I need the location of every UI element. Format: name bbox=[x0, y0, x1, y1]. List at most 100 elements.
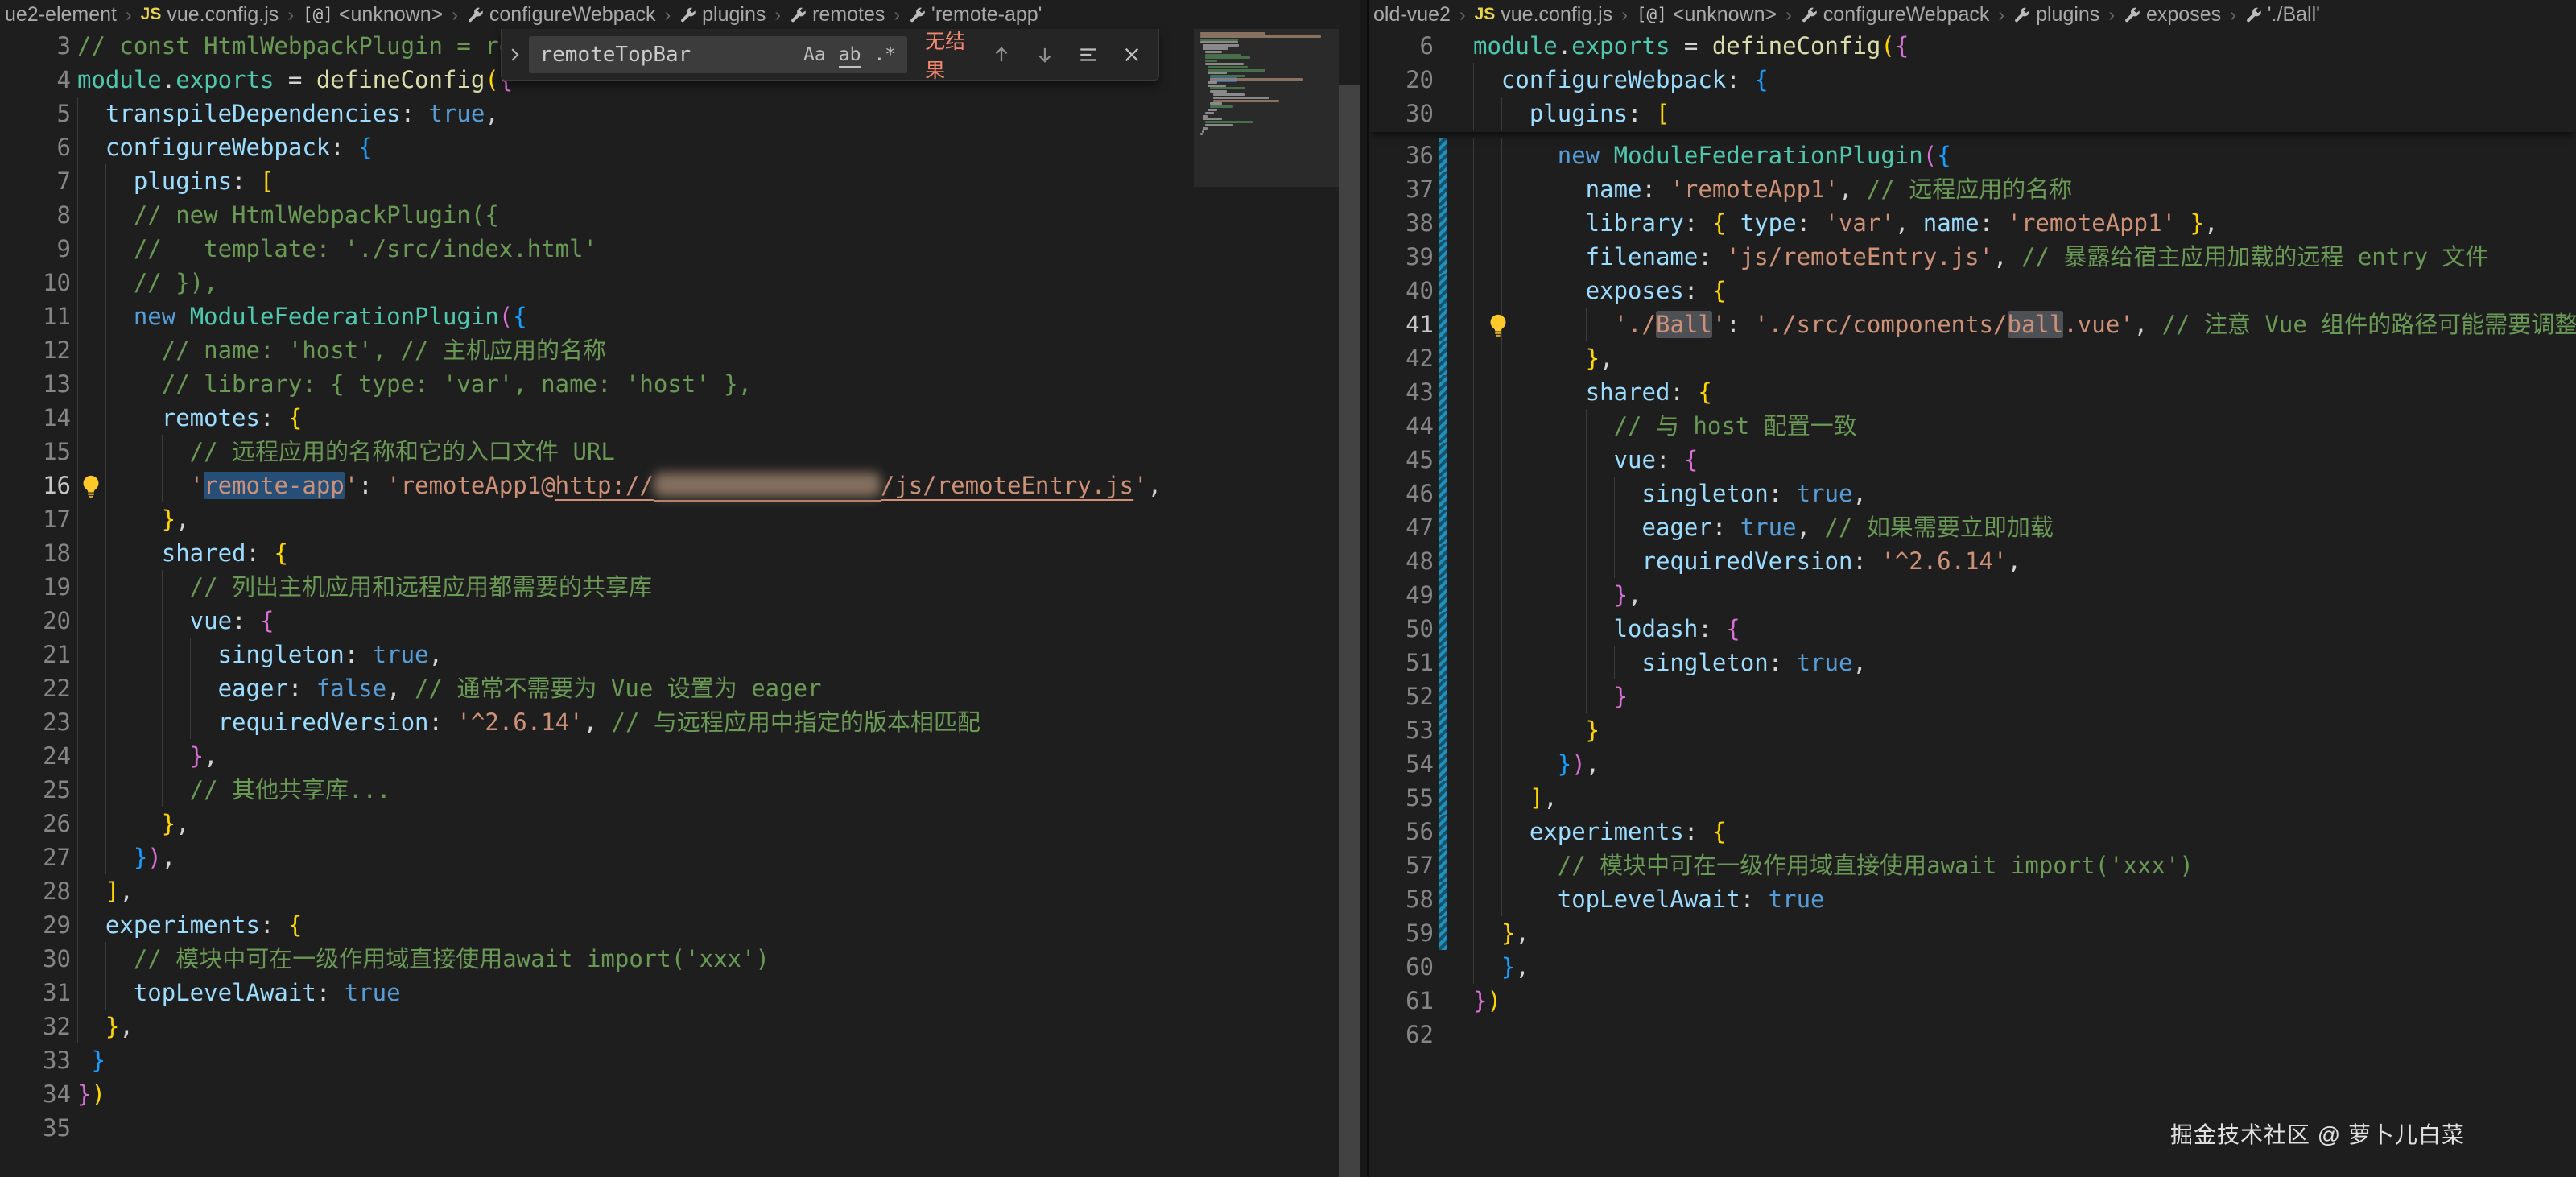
line-number[interactable]: 5 bbox=[0, 97, 71, 130]
code-line[interactable]: 30plugins: [ bbox=[1368, 97, 2576, 130]
code-area-right[interactable]: 36new ModuleFederationPlugin({37name: 'r… bbox=[1368, 138, 2576, 1177]
code-text[interactable]: singleton: true, bbox=[1642, 477, 1867, 510]
line-number[interactable]: 43 bbox=[1368, 375, 1434, 409]
line-number[interactable]: 33 bbox=[0, 1043, 71, 1077]
code-text[interactable]: singleton: true, bbox=[218, 638, 443, 671]
code-text[interactable]: }) bbox=[1473, 984, 1501, 1018]
code-line[interactable]: 62 bbox=[1368, 1018, 2576, 1051]
whole-word-icon[interactable]: ab bbox=[834, 42, 866, 68]
code-line[interactable]: 5transpileDependencies: true, bbox=[0, 97, 1194, 130]
code-text[interactable]: './Ball': './src/components/ball.vue', /… bbox=[1614, 308, 2576, 341]
code-text[interactable]: requiredVersion: '^2.6.14', // 与远程应用中指定的… bbox=[218, 705, 980, 739]
code-text[interactable]: new ModuleFederationPlugin({ bbox=[1558, 138, 1951, 172]
line-number[interactable]: 20 bbox=[1368, 63, 1434, 97]
code-line[interactable]: 19 // 列出主机应用和远程应用都需要的共享库 bbox=[0, 570, 1194, 604]
line-number[interactable]: 45 bbox=[1368, 443, 1434, 477]
line-number[interactable]: 26 bbox=[0, 807, 71, 840]
code-line[interactable]: 7plugins: [ bbox=[0, 164, 1194, 198]
code-line[interactable]: 20configureWebpack: { bbox=[1368, 63, 2576, 97]
code-line[interactable]: 23requiredVersion: '^2.6.14', // 与远程应用中指… bbox=[0, 705, 1194, 739]
breadcrumb-item[interactable]: [@]<unknown> bbox=[1637, 3, 1777, 27]
line-number[interactable]: 35 bbox=[0, 1111, 71, 1145]
code-text[interactable]: // template: './src/index.html' bbox=[134, 232, 597, 266]
line-number[interactable]: 48 bbox=[1368, 544, 1434, 578]
line-number[interactable]: 41 bbox=[1368, 308, 1434, 341]
code-line[interactable]: 16'remote-app': 'remoteApp1@http:///js/r… bbox=[0, 469, 1194, 502]
line-number[interactable]: 57 bbox=[1368, 849, 1434, 882]
code-text[interactable]: // 列出主机应用和远程应用都需要的共享库 bbox=[190, 570, 652, 604]
code-line[interactable]: 45vue: { bbox=[1368, 443, 2576, 477]
code-text[interactable]: // 与 host 配置一致 bbox=[1614, 409, 1857, 443]
code-text[interactable]: }) bbox=[77, 1077, 105, 1111]
code-text[interactable]: singleton: true, bbox=[1642, 646, 1867, 679]
code-line[interactable]: 37name: 'remoteApp1', // 远程应用的名称 bbox=[1368, 172, 2576, 206]
line-number[interactable]: 10 bbox=[0, 266, 71, 299]
breadcrumb-item[interactable]: JSvue.config.js bbox=[141, 3, 279, 27]
code-text[interactable]: filename: 'js/remoteEntry.js', // 暴露给宿主应… bbox=[1586, 240, 2489, 274]
line-number[interactable]: 53 bbox=[1368, 713, 1434, 747]
line-number[interactable]: 19 bbox=[0, 570, 71, 604]
code-text[interactable]: requiredVersion: '^2.6.14', bbox=[1642, 544, 2021, 578]
code-line[interactable]: 9 // template: './src/index.html' bbox=[0, 232, 1194, 266]
line-number[interactable]: 22 bbox=[0, 671, 71, 705]
line-number[interactable]: 62 bbox=[1368, 1018, 1434, 1051]
breadcrumb-item[interactable]: JSvue.config.js bbox=[1475, 3, 1613, 27]
code-line[interactable]: 13 // library: { type: 'var', name: 'host… bbox=[0, 367, 1194, 401]
code-text[interactable]: topLevelAwait: true bbox=[134, 976, 401, 1010]
code-line[interactable]: 54}), bbox=[1368, 747, 2576, 781]
line-number[interactable]: 28 bbox=[0, 874, 71, 908]
line-number[interactable]: 34 bbox=[0, 1077, 71, 1111]
code-text[interactable]: ], bbox=[105, 874, 134, 908]
line-number[interactable]: 30 bbox=[1368, 97, 1434, 130]
code-line[interactable]: 22eager: false, // 通常不需要为 Vue 设置为 eager bbox=[0, 671, 1194, 705]
code-text[interactable]: }, bbox=[1614, 578, 1642, 612]
code-line[interactable]: 43shared: { bbox=[1368, 375, 2576, 409]
breadcrumb-item[interactable]: configureWebpack bbox=[1801, 3, 1990, 27]
breadcrumb-item[interactable]: configureWebpack bbox=[467, 3, 656, 27]
code-line[interactable]: 17}, bbox=[0, 502, 1194, 536]
code-line[interactable]: 48 requiredVersion: '^2.6.14', bbox=[1368, 544, 2576, 578]
code-text[interactable]: }, bbox=[1501, 916, 1530, 950]
line-number[interactable]: 42 bbox=[1368, 341, 1434, 375]
sticky-scroll[interactable]: 6module.exports = defineConfig({20config… bbox=[1368, 29, 2576, 132]
line-number[interactable]: 13 bbox=[0, 367, 71, 401]
line-number[interactable]: 14 bbox=[0, 401, 71, 435]
line-number[interactable]: 40 bbox=[1368, 274, 1434, 308]
code-text[interactable]: ], bbox=[1530, 781, 1558, 815]
line-number[interactable]: 3 bbox=[0, 29, 71, 63]
code-text[interactable]: exposes: { bbox=[1586, 274, 1727, 308]
code-line[interactable]: 31topLevelAwait: true bbox=[0, 976, 1194, 1010]
code-text[interactable]: }, bbox=[162, 502, 190, 536]
code-text[interactable]: // 模块中可在一级作用域直接使用await import('xxx') bbox=[134, 942, 770, 976]
line-number[interactable]: 21 bbox=[0, 638, 71, 671]
code-line[interactable]: 14 remotes: { bbox=[0, 401, 1194, 435]
code-text[interactable]: experiments: { bbox=[1530, 815, 1726, 849]
code-line[interactable]: 34}) bbox=[0, 1077, 1194, 1111]
code-text[interactable]: configureWebpack: { bbox=[105, 130, 373, 164]
code-line[interactable]: 51singleton: true, bbox=[1368, 646, 2576, 679]
find-in-selection-icon[interactable] bbox=[1071, 38, 1105, 72]
code-line[interactable]: 40 exposes: { bbox=[1368, 274, 2576, 308]
code-line[interactable]: 61}) bbox=[1368, 984, 2576, 1018]
code-text[interactable]: }), bbox=[134, 840, 175, 874]
code-line[interactable]: 60}, bbox=[1368, 950, 2576, 984]
code-line[interactable]: 52} bbox=[1368, 679, 2576, 713]
code-line[interactable]: 36new ModuleFederationPlugin({ bbox=[1368, 138, 2576, 172]
line-number[interactable]: 55 bbox=[1368, 781, 1434, 815]
code-line[interactable]: 47eager: true, // 如果需要立即加载 bbox=[1368, 510, 2576, 544]
scrollbar-thumb[interactable] bbox=[1339, 85, 1360, 1177]
code-line[interactable]: 29experiments: { bbox=[0, 908, 1194, 942]
breadcrumb-item[interactable]: plugins bbox=[679, 3, 766, 27]
code-text[interactable]: vue: { bbox=[190, 604, 275, 638]
code-text[interactable]: // library: { type: 'var', name: 'host' … bbox=[162, 367, 752, 401]
code-text[interactable]: remotes: { bbox=[162, 401, 303, 435]
line-number[interactable]: 9 bbox=[0, 232, 71, 266]
code-line[interactable]: 24}, bbox=[0, 739, 1194, 773]
code-line[interactable]: 56experiments: { bbox=[1368, 815, 2576, 849]
minimap[interactable] bbox=[1194, 29, 1339, 1177]
code-text[interactable]: // 其他共享库... bbox=[190, 773, 391, 807]
code-text[interactable]: plugins: [ bbox=[134, 164, 275, 198]
line-number[interactable]: 11 bbox=[0, 299, 71, 333]
line-number[interactable]: 52 bbox=[1368, 679, 1434, 713]
code-text[interactable]: // 模块中可在一级作用域直接使用await import('xxx') bbox=[1558, 849, 2194, 882]
